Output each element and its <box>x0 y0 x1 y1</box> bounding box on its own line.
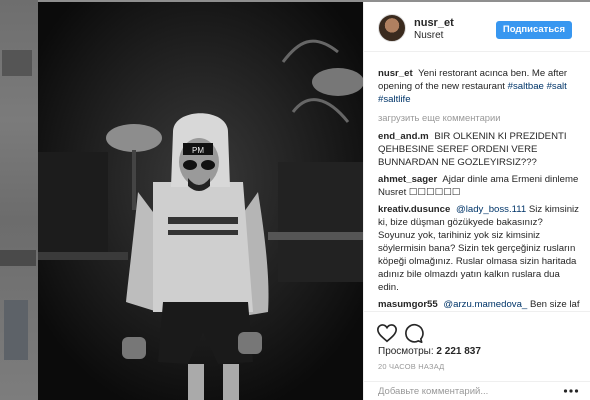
comment-text: Siz kimsiniz ki, bize düşman gözükyede b… <box>378 204 579 293</box>
post-timestamp[interactable]: 20 ЧАСОВ НАЗАД <box>378 362 444 371</box>
comment-username[interactable]: masumgor55 <box>378 299 438 310</box>
svg-text:PM: PM <box>192 146 204 155</box>
comment-item: end_and.m BIR OLKENIN KI PREZIDENTI QEHB… <box>378 130 581 169</box>
post-caption: nusr_et Yeni restorant acınca ben. Me af… <box>378 67 581 106</box>
comment-item: kreativ.dusunce @lady_boss.111 Siz kimsi… <box>378 203 581 294</box>
comment-input[interactable] <box>378 386 558 397</box>
photo-illustration: PM <box>38 2 363 400</box>
add-comment-bar <box>364 381 590 400</box>
post-actions: Просмотры: 2 221 837 20 ЧАСОВ НАЗАД <box>364 311 590 381</box>
views-value: 2 221 837 <box>436 346 481 357</box>
backdrop-thumbnail <box>0 250 36 266</box>
post-details-panel: nusr_et Nusret Подписаться nusr_et Yeni … <box>363 2 590 400</box>
hashtag-link[interactable]: #saltbae <box>508 81 544 92</box>
page-backdrop <box>0 0 38 400</box>
comment-username[interactable]: ahmet_sager <box>378 174 437 185</box>
comment-item: ahmet_sager Ajdar dinle ama Ermeni dinle… <box>378 173 581 199</box>
load-more-comments-link[interactable]: загрузить еще комментарии <box>378 112 581 123</box>
comment-username[interactable]: end_and.m <box>378 131 429 142</box>
comment-icon[interactable] <box>402 322 424 344</box>
comment-item: masumgor55 @arzu.mamedova_ Ben size laf … <box>378 298 581 311</box>
profile-username[interactable]: nusr_et <box>414 17 454 29</box>
comment-username[interactable]: kreativ.dusunce <box>378 204 450 215</box>
heart-icon[interactable] <box>376 322 398 344</box>
views-count: Просмотры: 2 221 837 <box>378 346 481 357</box>
comment-mention[interactable]: @arzu.mamedova_ <box>443 299 527 310</box>
post-photo[interactable]: PM <box>38 2 363 400</box>
follow-button[interactable]: Подписаться <box>495 21 572 39</box>
comment-mention[interactable]: @lady_boss.111 <box>456 204 526 215</box>
hashtag-link[interactable]: #salt <box>547 81 567 92</box>
caption-username[interactable]: nusr_et <box>378 68 413 79</box>
more-options-icon[interactable] <box>563 387 579 395</box>
avatar[interactable] <box>378 14 406 42</box>
comments-list[interactable]: nusr_et Yeni restorant acınca ben. Me af… <box>364 53 590 311</box>
views-label: Просмотры: <box>378 346 434 357</box>
post-header: nusr_et Nusret Подписаться <box>364 2 590 52</box>
hashtag-link[interactable]: #saltlife <box>378 94 411 105</box>
backdrop-thumbnail <box>4 300 28 360</box>
backdrop-thumbnail <box>2 50 32 76</box>
profile-full-name: Nusret <box>414 30 444 41</box>
